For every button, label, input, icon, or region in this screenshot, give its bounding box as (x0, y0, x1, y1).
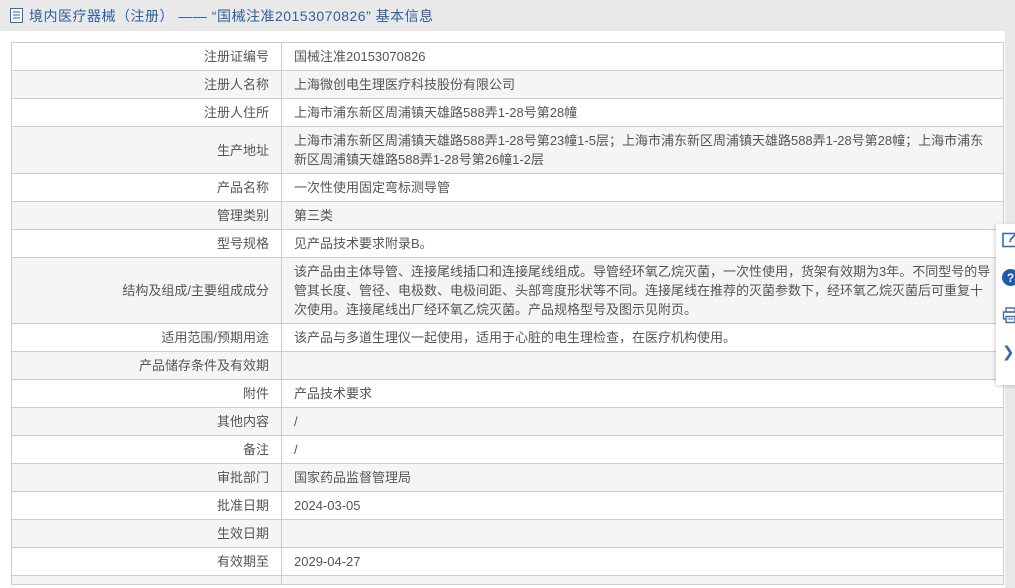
row-value (281, 351, 1004, 380)
row-value (281, 575, 1004, 585)
table-row: 结构及组成/主要组成成分 该产品由主体导管、连接尾线插口和连接尾线组成。导管经环… (11, 257, 1004, 324)
row-value: 上海市浦东新区周浦镇天雄路588弄1-28号第23幢1-5层；上海市浦东新区周浦… (281, 126, 1004, 174)
row-label: 注册人名称 (11, 70, 282, 99)
row-label: 产品名称 (11, 173, 282, 202)
page: 境内医疗器械（注册） —— “国械注准20153070826” 基本信息 注册证… (0, 0, 1015, 588)
row-label: 型号规格 (11, 229, 282, 258)
row-label: 审批部门 (11, 463, 282, 492)
table-row: 产品名称 一次性使用固定弯标测导管 (11, 173, 1004, 202)
table-row: 备注 / (11, 435, 1004, 464)
document-icon (10, 8, 23, 23)
print-icon[interactable] (1002, 307, 1015, 345)
table-row: 审批部门 国家药品监督管理局 (11, 463, 1004, 492)
collapse-icon-glyph: ❯ (1002, 344, 1015, 361)
table-row: 注册人名称 上海微创电生理医疗科技股份有限公司 (11, 70, 1004, 99)
row-value: 2029-04-27 (281, 547, 1004, 576)
row-value: 国家药品监督管理局 (281, 463, 1004, 492)
row-label: 批准日期 (11, 491, 282, 520)
row-value: 该产品与多道生理仪一起使用，适用于心脏的电生理检查，在医疗机构使用。 (281, 323, 1004, 352)
row-label: 有效期至 (11, 547, 282, 576)
row-label: 其他内容 (11, 407, 282, 436)
table-row (11, 575, 1004, 585)
table-row: 其他内容 / (11, 407, 1004, 436)
row-label: 注册证编号 (11, 42, 282, 71)
row-label: 管理类别 (11, 201, 282, 230)
row-value (281, 519, 1004, 548)
table-row: 附件 产品技术要求 (11, 379, 1004, 408)
help-icon-glyph: ? (1002, 269, 1015, 286)
help-icon[interactable]: ? (1002, 269, 1015, 307)
table-row: 注册证编号 国械注准20153070826 (11, 42, 1004, 71)
table-row: 有效期至 2029-04-27 (11, 547, 1004, 576)
row-value: 2024-03-05 (281, 491, 1004, 520)
table-row: 批准日期 2024-03-05 (11, 491, 1004, 520)
content-panel: 注册证编号 国械注准20153070826 注册人名称 上海微创电生理医疗科技股… (0, 31, 1005, 588)
row-value: / (281, 435, 1004, 464)
row-label: 附件 (11, 379, 282, 408)
table-row: 管理类别 第三类 (11, 201, 1004, 230)
row-value: 见产品技术要求附录B。 (281, 229, 1004, 258)
row-value: 一次性使用固定弯标测导管 (281, 173, 1004, 202)
title-bar: 境内医疗器械（注册） —— “国械注准20153070826” 基本信息 (0, 0, 1015, 31)
table-row: 注册人住所 上海市浦东新区周浦镇天雄路588弄1-28号第28幢 (11, 98, 1004, 127)
row-label: 结构及组成/主要组成成分 (11, 257, 282, 324)
table-row: 生效日期 (11, 519, 1004, 548)
row-label: 适用范围/预期用途 (11, 323, 282, 352)
page-title: 境内医疗器械（注册） —— “国械注准20153070826” 基本信息 (29, 7, 434, 24)
row-label: 备注 (11, 435, 282, 464)
row-label: 注册人住所 (11, 98, 282, 127)
correction-icon[interactable] (1002, 231, 1015, 269)
row-value: 第三类 (281, 201, 1004, 230)
row-label (11, 575, 282, 585)
row-value: 上海微创电生理医疗科技股份有限公司 (281, 70, 1004, 99)
table-row: 型号规格 见产品技术要求附录B。 (11, 229, 1004, 258)
registration-info-table: 注册证编号 国械注准20153070826 注册人名称 上海微创电生理医疗科技股… (11, 42, 1004, 585)
table-row: 适用范围/预期用途 该产品与多道生理仪一起使用，适用于心脏的电生理检查，在医疗机… (11, 323, 1004, 352)
floating-side-toolbar: ? ❯ (996, 224, 1015, 385)
table-row: 产品储存条件及有效期 (11, 351, 1004, 380)
row-label: 生效日期 (11, 519, 282, 548)
row-label: 产品储存条件及有效期 (11, 351, 282, 380)
row-value: 产品技术要求 (281, 379, 1004, 408)
row-value: / (281, 407, 1004, 436)
row-value: 该产品由主体导管、连接尾线插口和连接尾线组成。导管经环氧乙烷灭菌，一次性使用，货… (281, 257, 1004, 324)
row-value: 国械注准20153070826 (281, 42, 1004, 71)
table-row: 生产地址 上海市浦东新区周浦镇天雄路588弄1-28号第23幢1-5层；上海市浦… (11, 126, 1004, 174)
collapse-icon[interactable]: ❯ (1002, 345, 1015, 383)
row-value: 上海市浦东新区周浦镇天雄路588弄1-28号第28幢 (281, 98, 1004, 127)
row-label: 生产地址 (11, 126, 282, 174)
